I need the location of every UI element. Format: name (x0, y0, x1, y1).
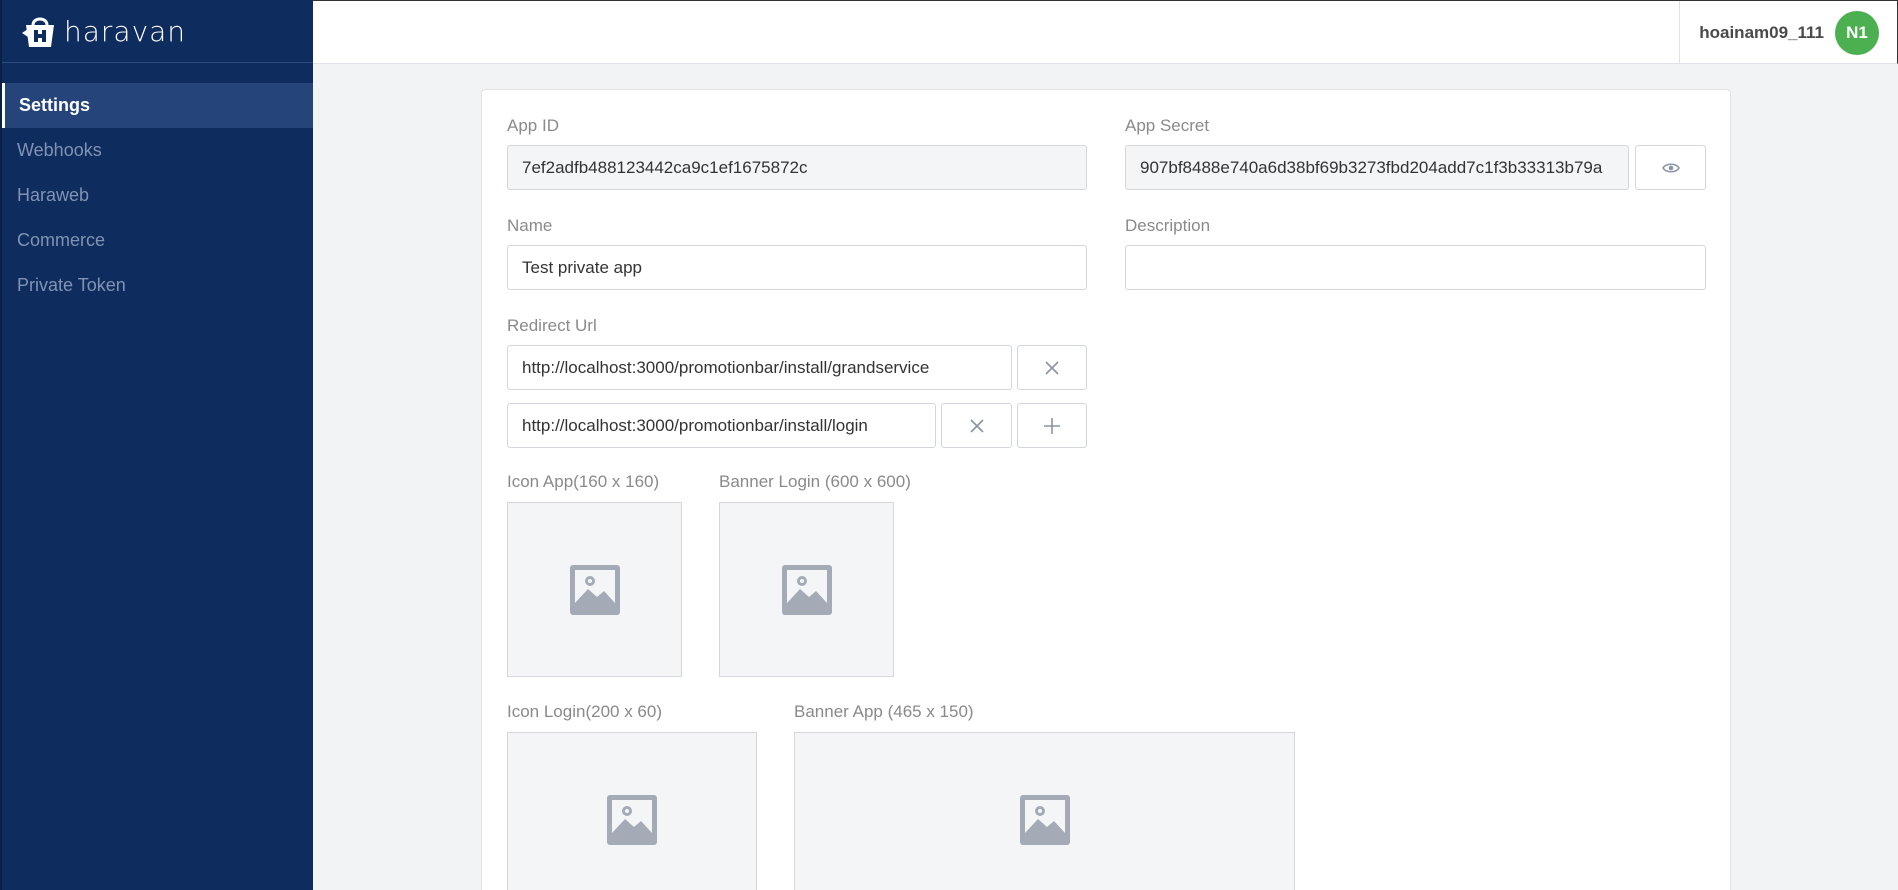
remove-url-button-1[interactable] (1017, 345, 1087, 390)
top-header: hoainam09_111 N1 (313, 0, 1898, 64)
banner-login-label: Banner Login (600 x 600) (719, 472, 911, 491)
icon-app-upload[interactable] (507, 502, 682, 677)
app-id-field[interactable]: 7ef2adfb488123442ca9c1ef1675872c (507, 145, 1087, 190)
banner-app-label: Banner App (465 x 150) (794, 702, 974, 721)
sidebar-item-webhooks[interactable]: Webhooks (2, 128, 313, 173)
app-id-label: App ID (507, 116, 559, 135)
app-secret-field[interactable]: 907bf8488e740a6d38bf69b3273fbd204add7c1f… (1125, 145, 1629, 190)
image-placeholder-icon (569, 564, 620, 615)
image-placeholder-icon (781, 564, 832, 615)
eye-icon (1661, 162, 1680, 173)
plus-icon (1044, 417, 1060, 434)
avatar[interactable]: N1 (1835, 10, 1879, 55)
sidebar-item-private-token[interactable]: Private Token (2, 263, 313, 308)
description-label: Description (1125, 216, 1211, 235)
app-secret-label: App Secret (1125, 116, 1210, 135)
user-menu[interactable]: hoainam09_111 N1 (1679, 1, 1897, 64)
sidebar-item-haraweb[interactable]: Haraweb (2, 173, 313, 218)
brand-logo[interactable]: haravan (2, 0, 313, 63)
name-field[interactable]: Test private app (507, 245, 1087, 290)
close-icon (1045, 360, 1059, 375)
app-settings-card: App ID 7ef2adfb488123442ca9c1ef1675872c … (481, 89, 1731, 890)
show-secret-button[interactable] (1635, 145, 1706, 190)
image-placeholder-icon (607, 794, 657, 845)
remove-url-button-2[interactable] (941, 403, 1012, 448)
sidebar-item-commerce[interactable]: Commerce (2, 218, 313, 263)
redirect-url-field-2[interactable]: http://localhost:3000/promotionbar/insta… (507, 403, 936, 448)
haravan-logo-icon (22, 17, 54, 47)
description-field[interactable] (1125, 245, 1706, 290)
banner-login-upload[interactable] (719, 502, 894, 677)
image-placeholder-icon (1019, 794, 1070, 845)
username: hoainam09_111 (1699, 22, 1824, 42)
name-label: Name (507, 216, 553, 235)
sidebar-item-settings[interactable]: Settings (2, 83, 313, 128)
add-url-button[interactable] (1017, 403, 1087, 448)
banner-app-upload[interactable] (794, 732, 1295, 890)
brand-name: haravan (64, 14, 187, 48)
icon-app-label: Icon App(160 x 160) (507, 472, 660, 491)
sidebar: haravan Settings Webhooks Haraweb Commer… (0, 0, 313, 890)
icon-login-label: Icon Login(200 x 60) (507, 702, 662, 721)
icon-login-upload[interactable] (507, 732, 757, 890)
redirect-url-label: Redirect Url (507, 316, 597, 335)
close-icon (969, 418, 984, 433)
redirect-url-field-1[interactable]: http://localhost:3000/promotionbar/insta… (507, 345, 1012, 390)
sidebar-nav: Settings Webhooks Haraweb Commerce Priva… (2, 83, 313, 308)
